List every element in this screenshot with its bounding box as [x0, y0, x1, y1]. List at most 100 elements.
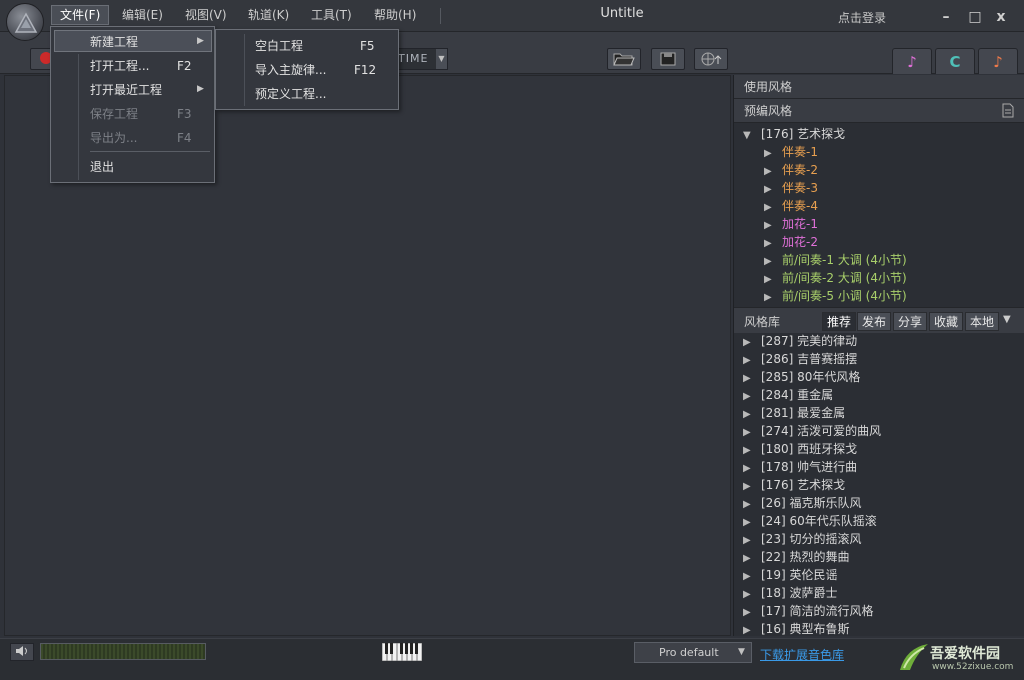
list-item-label: [19] 英伦民谣 — [761, 568, 838, 582]
minimize-icon[interactable]: – — [937, 8, 955, 26]
list-item-label: [24] 60年代乐队摇滚 — [761, 514, 877, 528]
menu-tools[interactable]: 工具(T) — [303, 5, 360, 25]
list-item[interactable]: ▶ [284] 重金属 — [734, 386, 1024, 404]
chord-c-tab[interactable]: C — [935, 48, 975, 74]
list-item-label: [284] 重金属 — [761, 388, 834, 402]
save-button[interactable] — [651, 48, 685, 70]
tab-local[interactable]: 本地 — [965, 312, 1000, 331]
menu-edit[interactable]: 编辑(E) — [114, 5, 171, 25]
list-item[interactable]: ▶ [18] 波萨爵士 — [734, 584, 1024, 602]
menu-item-import-melody[interactable]: 导入主旋律... — [255, 59, 326, 81]
preset-style-heading: 预编风格 — [734, 99, 1024, 123]
tree-item[interactable]: ▶ 前/间奏-1 大调 (4小节) — [734, 251, 1024, 269]
menu-view[interactable]: 视图(V) — [177, 5, 235, 25]
menu-item-save-project: 保存工程 — [90, 107, 139, 121]
list-item-label: [26] 福克斯乐队风 — [761, 496, 862, 510]
expand-right-icon[interactable]: ▶ — [743, 622, 753, 636]
tree-item-label: 加花-1 — [782, 217, 818, 231]
menu-item-export: 导出为... — [90, 131, 138, 145]
shortcut-label: F2 — [177, 59, 192, 73]
tab-share[interactable]: 分享 — [893, 312, 928, 331]
tree-item[interactable]: ▶ 前/间奏-2 大调 (4小节) — [734, 269, 1024, 287]
close-icon[interactable]: x — [992, 8, 1010, 26]
list-item[interactable]: ▶ [178] 帅气进行曲 — [734, 458, 1024, 476]
menu-item-exit[interactable]: 退出 — [90, 156, 114, 178]
list-item[interactable]: ▶ [286] 吉普赛摇摆 — [734, 350, 1024, 368]
tree-item[interactable]: ▶ 前/间奏-5 小调 (4小节) — [734, 287, 1024, 305]
tree-item[interactable]: ▶ 伴奏-1 — [734, 143, 1024, 161]
more-tabs-icon[interactable]: ▼ — [1003, 314, 1011, 325]
tree-item[interactable]: ▶ 伴奏-3 — [734, 179, 1024, 197]
chevron-down-icon[interactable]: ▼ — [738, 647, 745, 657]
list-item-label: [286] 吉普赛摇摆 — [761, 352, 858, 366]
menu-item-open-recent[interactable]: 打开最近工程 — [90, 79, 162, 101]
app-logo-icon[interactable] — [6, 3, 44, 41]
volume-button[interactable] — [10, 643, 34, 661]
shortcut-label: F12 — [354, 63, 377, 77]
notes-tab[interactable]: ♪ — [978, 48, 1018, 74]
submenu-arrow-icon: ▶ — [197, 84, 204, 94]
tree-item-label: 伴奏-4 — [782, 199, 818, 213]
shortcut-label: F4 — [177, 131, 192, 145]
download-sound-library-link[interactable]: 下载扩展音色库 — [760, 646, 844, 663]
menu-help[interactable]: 帮助(H) — [366, 5, 424, 25]
submenu-arrow-icon: ▶ — [197, 36, 204, 46]
menu-separator — [90, 151, 210, 152]
menu-track[interactable]: 轨道(K) — [240, 5, 297, 25]
list-item[interactable]: ▶ [176] 艺术探戈 — [734, 476, 1024, 494]
login-link[interactable]: 点击登录 — [838, 9, 886, 26]
library-list: ▶ [287] 完美的律动 ▶ [286] 吉普赛摇摆 ▶ [285] 80年代风格 … — [734, 332, 1024, 636]
maximize-icon[interactable]: □ — [966, 8, 984, 26]
watermark-name: 吾爱软件园 — [930, 646, 1000, 662]
tree-item[interactable]: ▶ 伴奏-2 — [734, 161, 1024, 179]
list-item-label: [23] 切分的摇滚风 — [761, 532, 862, 546]
tree-item[interactable]: ▶ 伴奏-4 — [734, 197, 1024, 215]
list-item[interactable]: ▶ [180] 西班牙探戈 — [734, 440, 1024, 458]
list-item[interactable]: ▶ [281] 最爱金属 — [734, 404, 1024, 422]
list-item-label: [22] 热烈的舞曲 — [761, 550, 850, 564]
preset-style-label: 预编风格 — [744, 104, 793, 118]
list-item[interactable]: ▶ [285] 80年代风格 — [734, 368, 1024, 386]
list-item[interactable]: ▶ [22] 热烈的舞曲 — [734, 548, 1024, 566]
tree-root[interactable]: ▼ [176] 艺术探戈 — [734, 125, 1024, 143]
save-disk-icon — [660, 52, 676, 66]
list-item[interactable]: ▶ [26] 福克斯乐队风 — [734, 494, 1024, 512]
list-item[interactable]: ▶ [24] 60年代乐队摇滚 — [734, 512, 1024, 530]
open-folder-button[interactable] — [607, 48, 641, 70]
piano-keyboard-icon[interactable] — [381, 642, 423, 664]
level-meter — [40, 643, 206, 660]
list-item-label: [176] 艺术探戈 — [761, 478, 846, 492]
document-icon[interactable] — [1002, 103, 1014, 118]
menu-item-open-project[interactable]: 打开工程... — [90, 55, 149, 77]
tab-favorites[interactable]: 收藏 — [929, 312, 964, 331]
tab-publish[interactable]: 发布 — [857, 312, 892, 331]
list-item-label: [17] 简洁的流行风格 — [761, 604, 874, 618]
menu-item-blank-project[interactable]: 空白工程 — [255, 35, 303, 57]
time-dropdown-icon[interactable]: ▼ — [436, 49, 447, 69]
preset-select[interactable]: Pro default — [634, 642, 752, 663]
tree-item[interactable]: ▶ 加花-2 — [734, 233, 1024, 251]
list-item-label: [285] 80年代风格 — [761, 370, 861, 384]
tree-item[interactable]: ▶ 加花-1 — [734, 215, 1024, 233]
list-item-label: [16] 典型布鲁斯 — [761, 622, 850, 636]
network-upload-button[interactable] — [694, 48, 728, 70]
library-heading: 风格库 — [744, 315, 781, 329]
submenu-gutter — [244, 34, 245, 106]
list-item[interactable]: ▶ [274] 活泼可爱的曲风 — [734, 422, 1024, 440]
menu-item-new-project[interactable]: 新建工程 — [54, 30, 212, 52]
list-item[interactable]: ▶ [19] 英伦民谣 — [734, 566, 1024, 584]
music-style-tab[interactable]: ♪ — [892, 48, 932, 74]
expand-down-icon[interactable]: ▼ — [743, 127, 753, 145]
list-item[interactable]: ▶ [287] 完美的律动 — [734, 332, 1024, 350]
list-item[interactable]: ▶ [16] 典型布鲁斯 — [734, 620, 1024, 636]
shortcut-label: F5 — [360, 39, 375, 53]
list-item-label: [274] 活泼可爱的曲风 — [761, 424, 882, 438]
menu-item-predefined-project[interactable]: 预定义工程... — [255, 83, 326, 105]
speaker-icon — [16, 646, 27, 656]
expand-right-icon[interactable]: ▶ — [764, 289, 774, 307]
list-item[interactable]: ▶ [23] 切分的摇滚风 — [734, 530, 1024, 548]
list-item[interactable]: ▶ [17] 简洁的流行风格 — [734, 602, 1024, 620]
used-style-heading: 使用风格 — [734, 75, 1024, 99]
tab-recommend[interactable]: 推荐 — [822, 312, 857, 331]
menu-file[interactable]: 文件(F) — [51, 5, 110, 25]
